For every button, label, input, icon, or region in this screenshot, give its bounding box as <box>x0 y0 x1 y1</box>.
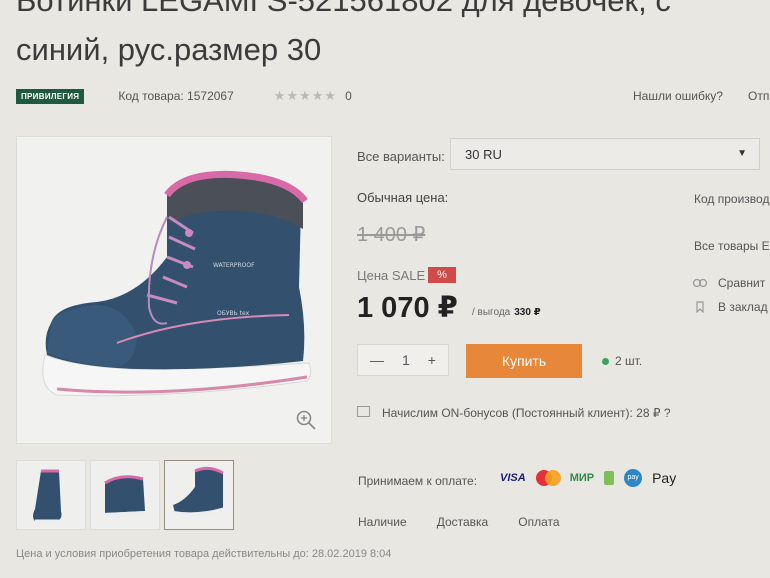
payment-label: Принимаем к оплате: <box>358 474 478 488</box>
apple-pay-logo-icon: Pay <box>652 470 677 486</box>
savings-label: / выгода <box>472 307 511 318</box>
variants-label: Все варианты: <box>357 149 445 164</box>
report-error-link[interactable]: Нашли ошибку? <box>633 89 723 103</box>
boot-thumbnail-icon <box>33 469 62 523</box>
variant-select[interactable]: 30 RU ▼ <box>450 138 760 170</box>
variant-selected-value: 30 RU <box>465 147 502 162</box>
bonus-info: Начислим ON-бонусов (Постоянный клиент):… <box>357 404 687 423</box>
qty-value[interactable]: 1 <box>402 352 410 368</box>
savings-value: 330 ₽ <box>514 307 541 318</box>
bonus-card-icon <box>357 406 370 417</box>
product-page: Ботинки LEGAMI S-521561802 для девочек, … <box>0 0 770 578</box>
sale-percent-badge: % <box>428 267 456 283</box>
regular-price-label: Обычная цена: <box>357 190 449 205</box>
mir-logo-icon: МИР <box>569 472 595 484</box>
thumbnail-2[interactable] <box>90 460 160 530</box>
product-title-line1: Ботинки LEGAMI S-521561802 для девочек, … <box>16 0 671 18</box>
old-price: 1 400 ₽ <box>357 224 426 246</box>
savings-info: / выгода 330 ₽ <box>472 307 541 318</box>
boot-thumbnail-icon <box>172 466 226 517</box>
svg-text:WATERPROOF: WATERPROOF <box>213 262 255 269</box>
price-terms: Цена и условия приобретения товара дейст… <box>16 548 392 560</box>
tab-payment[interactable]: Оплата <box>518 515 559 529</box>
compare-icon[interactable] <box>693 277 707 289</box>
quantity-stepper[interactable]: — 1 + <box>357 344 449 376</box>
stock-count: 2 шт. <box>615 354 643 368</box>
rating-count: 0 <box>345 89 352 103</box>
qty-minus-button[interactable]: — <box>370 352 384 368</box>
bookmark-icon[interactable] <box>693 301 707 313</box>
current-price: 1 070 ₽ <box>357 292 458 324</box>
report-link-cut[interactable]: Отп <box>748 89 769 103</box>
boot-image: WATERPROOF ОБУВЬ tex <box>42 170 312 397</box>
zoom-icon[interactable] <box>295 409 317 431</box>
thumbnail-strip <box>16 460 234 530</box>
tab-delivery[interactable]: Доставка <box>437 515 489 529</box>
rating-stars[interactable]: ★★★★★ <box>274 88 337 104</box>
product-title-line2: синий, рус.размер 30 <box>16 32 322 67</box>
info-tabs: Наличие Доставка Оплата <box>358 515 560 529</box>
stock-dot-icon <box>602 358 609 365</box>
thumbnail-1[interactable] <box>16 460 86 530</box>
payment-logos: VISA МИР pay Pay <box>500 468 676 488</box>
bonus-text: Начислим ON-бонусов (Постоянный клиент):… <box>382 406 671 420</box>
privilege-badge: ПРИВИЛЕГИЯ <box>16 88 85 104</box>
all-goods-link[interactable]: Все товары Е <box>694 239 770 253</box>
thumbnail-3[interactable] <box>164 460 234 530</box>
sale-price-label: Цена SALE <box>357 268 426 283</box>
compare-link[interactable]: Сравнит <box>718 276 765 290</box>
product-meta-row: ПРИВИЛЕГИЯ Код товара: 1572067 ★★★★★ 0 Н… <box>16 86 770 106</box>
mastercard-logo-icon <box>535 470 561 486</box>
manufacturer-code-label: Код производ <box>694 192 770 206</box>
bookmarks-link[interactable]: В заклад <box>718 300 768 314</box>
google-pay-logo-icon <box>604 471 615 485</box>
tab-availability[interactable]: Наличие <box>358 515 407 529</box>
chevron-down-icon: ▼ <box>737 148 747 159</box>
pay-logo-icon: pay <box>624 469 643 487</box>
visa-logo-icon: VISA <box>500 472 526 484</box>
stock-status: 2 шт. <box>602 354 642 368</box>
boot-thumbnail-icon <box>102 475 148 517</box>
product-main-photo[interactable]: WATERPROOF ОБУВЬ tex <box>16 136 332 444</box>
buy-button[interactable]: Купить <box>466 344 582 378</box>
product-sku: Код товара: 1572067 <box>118 89 234 103</box>
svg-text:ОБУВЬ tex: ОБУВЬ tex <box>217 310 250 317</box>
qty-plus-button[interactable]: + <box>428 352 436 368</box>
